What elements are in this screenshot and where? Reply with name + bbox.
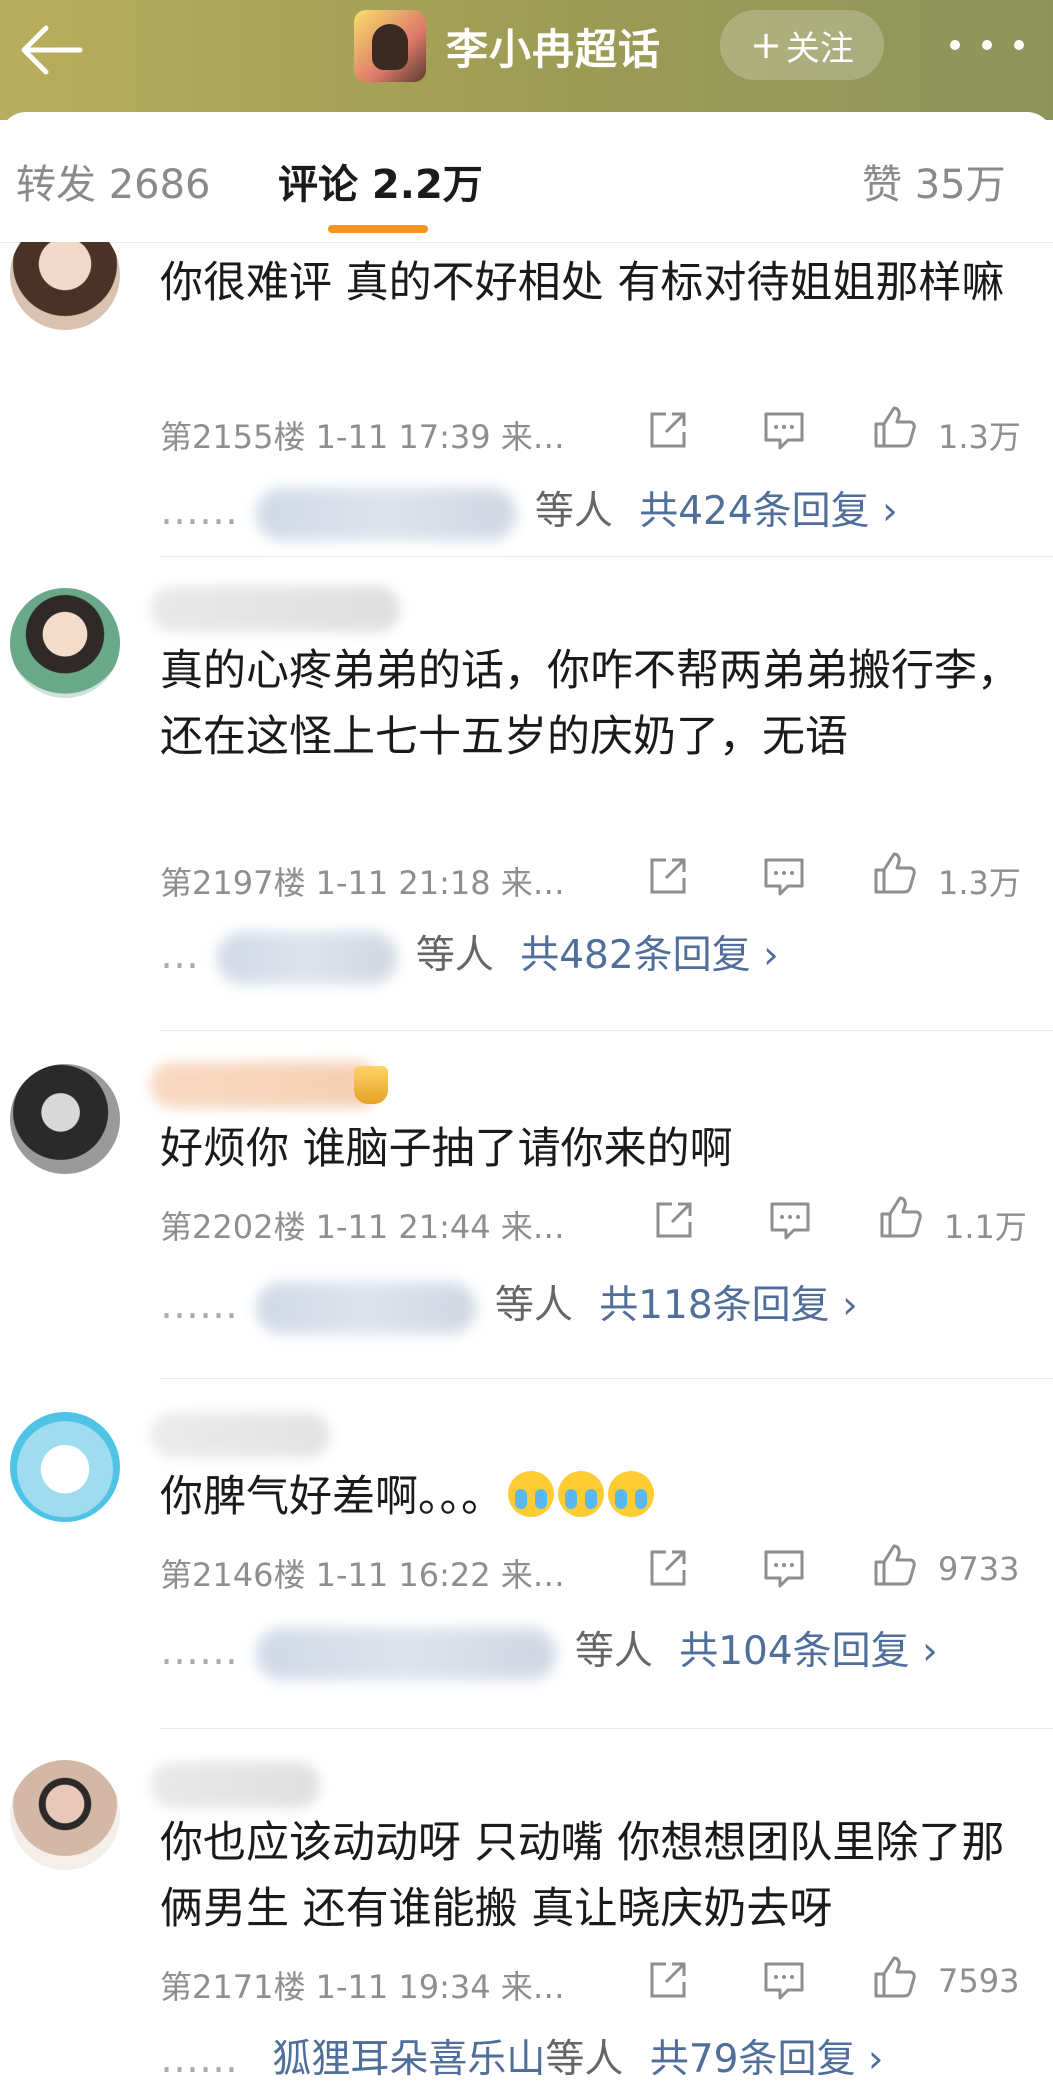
share-icon[interactable] <box>644 406 704 460</box>
comment-icon[interactable] <box>760 1956 820 2010</box>
reply-username[interactable]: 狐狸耳朵喜乐山 <box>272 2037 545 2082</box>
reply-summary[interactable]: …… 等人 共118条回复 › <box>160 1274 858 1334</box>
more-options-icon[interactable] <box>940 30 1050 60</box>
username-blurred[interactable] <box>150 586 400 632</box>
comment-meta: 第2171楼 1-11 19:34 来… <box>160 1968 565 2006</box>
view-replies-link[interactable]: 共104条回复 › <box>679 1629 937 1674</box>
blurred-usernames <box>256 487 517 540</box>
vip-badge-icon <box>354 1066 388 1104</box>
comment-icon[interactable] <box>760 1544 820 1598</box>
comment-item: 真的心疼弟弟的话，你咋不帮两弟弟搬行李，还在这怪上七十五岁的庆奶了，无语 第21… <box>0 556 1053 906</box>
supertopic-name: 李小冉超话 <box>446 24 662 74</box>
reply-summary[interactable]: …… 狐狸耳朵喜乐山等人 共79条回复 › <box>160 2028 883 2084</box>
header-bar: 李小冉超话 + 关注 <box>0 0 1053 120</box>
avatar[interactable] <box>10 588 120 698</box>
view-replies-link[interactable]: 共118条回复 › <box>599 1283 857 1328</box>
tab-comments[interactable]: 评论 2.2万 <box>278 152 483 210</box>
like-count: 1.3万 <box>938 864 1021 902</box>
share-icon[interactable] <box>650 1196 710 1250</box>
view-replies-link[interactable]: 共482条回复 › <box>520 933 778 978</box>
plus-icon: + <box>750 23 782 67</box>
comment-icon[interactable] <box>760 406 820 460</box>
reply-summary[interactable]: …… 等人 共104条回复 › <box>160 1620 938 1680</box>
like-icon[interactable] <box>876 1194 936 1248</box>
like-icon[interactable] <box>870 850 930 904</box>
comment-item: 好烦你 谁脑子抽了请你来的啊 第2202楼 1-11 21:44 来… 1.1万… <box>0 1030 1053 1334</box>
username-blurred[interactable] <box>150 1412 330 1458</box>
active-tab-indicator <box>328 225 428 233</box>
share-icon[interactable] <box>644 1544 704 1598</box>
like-count: 7593 <box>938 1962 1020 2000</box>
crying-laughing-emoji-icon <box>508 1471 554 1517</box>
share-icon[interactable] <box>644 1956 704 2010</box>
like-icon[interactable] <box>870 404 930 458</box>
crying-laughing-emoji-icon <box>608 1471 654 1517</box>
like-icon[interactable] <box>870 1542 930 1596</box>
follow-label: 关注 <box>785 28 854 69</box>
comment-meta: 第2202楼 1-11 21:44 来… <box>160 1208 565 1246</box>
comments-sheet: 转发 2686 评论 2.2万 赞 35万 你很难评 真的不好相处 有标对待姐姐… <box>0 112 1053 2100</box>
comment-item: 你也应该动动呀 只动嘴 你想想团队里除了那俩男生 还有谁能搬 真让晓庆奶去呀 第… <box>0 1728 1053 2100</box>
comment-item: 你很难评 真的不好相处 有标对待姐姐那样嘛 第2155楼 1-11 17:39 … <box>0 242 1053 550</box>
reply-summary[interactable]: …… 等人 共424条回复 › <box>160 480 898 540</box>
comment-icon[interactable] <box>760 852 820 906</box>
blurred-usernames <box>256 1281 477 1334</box>
tab-reposts[interactable]: 转发 2686 <box>16 152 211 210</box>
comment-meta: 第2197楼 1-11 21:18 来… <box>160 864 565 902</box>
view-replies-link[interactable]: 共79条回复 › <box>650 2037 884 2082</box>
avatar[interactable] <box>10 1760 120 1870</box>
view-replies-link[interactable]: 共424条回复 › <box>639 489 897 534</box>
reply-summary[interactable]: … 等人 共482条回复 › <box>160 924 779 984</box>
avatar[interactable] <box>10 1064 120 1174</box>
supertopic-avatar <box>354 10 426 82</box>
back-arrow-icon[interactable] <box>16 20 86 80</box>
tab-bar: 转发 2686 评论 2.2万 赞 35万 <box>0 112 1053 243</box>
comment-text: 你也应该动动呀 只动嘴 你想想团队里除了那俩男生 还有谁能搬 真让晓庆奶去呀 <box>160 1818 1005 1934</box>
comment-icon[interactable] <box>766 1196 826 1250</box>
comment-list[interactable]: 你很难评 真的不好相处 有标对待姐姐那样嘛 第2155楼 1-11 17:39 … <box>0 242 1053 2100</box>
like-icon[interactable] <box>870 1954 930 2008</box>
like-count: 1.1万 <box>944 1208 1027 1246</box>
follow-button[interactable]: + 关注 <box>720 10 884 80</box>
supertopic-title[interactable]: 李小冉超话 <box>354 8 661 84</box>
comment-text: 好烦你 谁脑子抽了请你来的啊 <box>160 1124 733 1174</box>
like-count: 1.3万 <box>938 418 1021 456</box>
avatar[interactable] <box>10 1412 120 1522</box>
tab-likes[interactable]: 赞 35万 <box>862 152 1006 210</box>
avatar[interactable] <box>10 242 120 330</box>
share-icon[interactable] <box>644 852 704 906</box>
comment-meta: 第2146楼 1-11 16:22 来… <box>160 1556 565 1594</box>
comment-text: 你脾气好差啊。。。 <box>160 1464 1020 1530</box>
blurred-usernames <box>256 1627 557 1680</box>
comment-item: 你脾气好差啊。。。 第2146楼 1-11 16:22 来… 9733 …… 等… <box>0 1378 1053 1728</box>
comment-meta: 第2155楼 1-11 17:39 来… <box>160 418 565 456</box>
username-blurred[interactable] <box>150 1062 380 1108</box>
username-blurred[interactable] <box>150 1762 320 1808</box>
comment-text: 你很难评 真的不好相处 有标对待姐姐那样嘛 <box>160 258 1005 308</box>
crying-laughing-emoji-icon <box>558 1471 604 1517</box>
blurred-usernames <box>217 931 398 984</box>
like-count: 9733 <box>938 1550 1020 1588</box>
comment-text: 真的心疼弟弟的话，你咋不帮两弟弟搬行李，还在这怪上七十五岁的庆奶了，无语 <box>160 646 1020 762</box>
